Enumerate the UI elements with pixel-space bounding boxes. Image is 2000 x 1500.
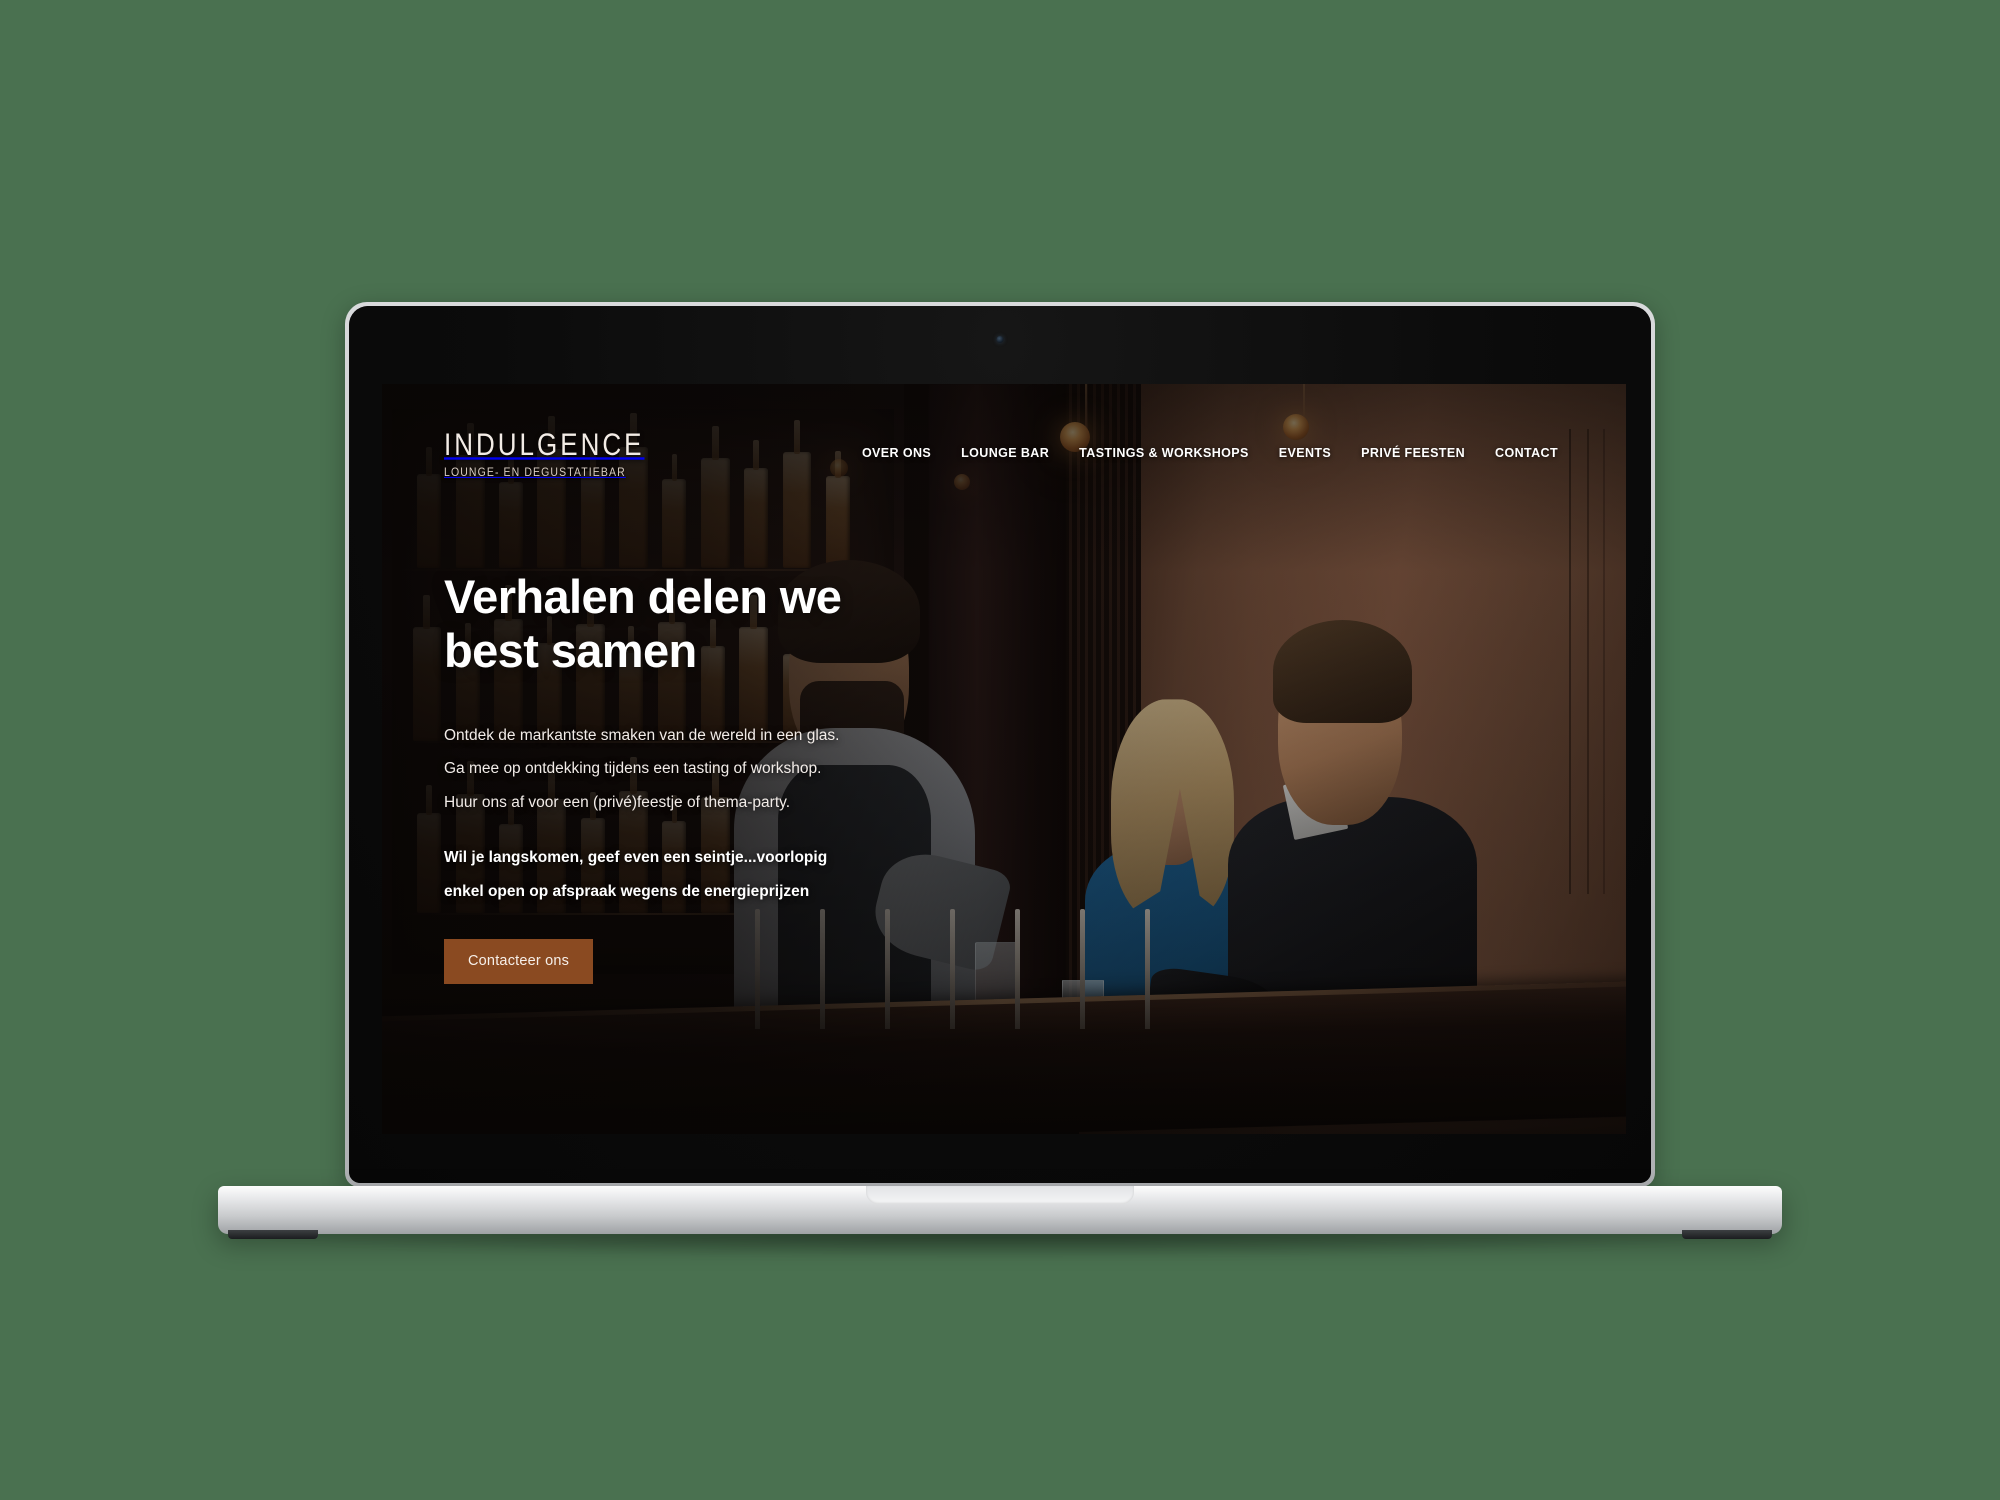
hero-description-line: Huur ons af voor een (privé)feestje of t…	[444, 793, 791, 811]
hero-description-line: Ontdek de markantste smaken van de werel…	[444, 727, 840, 745]
nav-item-over-ons[interactable]: OVER ONS	[862, 446, 931, 460]
site-header: INDULGENCE LOUNGE- EN DEGUSTATIEBAR OVER…	[382, 384, 1626, 478]
hero-description-line: Ga mee op ontdekking tijdens een tasting…	[444, 760, 822, 778]
nav-item-events[interactable]: EVENTS	[1279, 446, 1331, 460]
nav-item-prive-feesten[interactable]: PRIVÉ FEESTEN	[1361, 446, 1465, 460]
hero-section: INDULGENCE LOUNGE- EN DEGUSTATIEBAR OVER…	[382, 384, 1626, 1134]
hero-description: Ontdek de markantste smaken van de werel…	[444, 719, 1004, 819]
laptop-drop-shadow	[250, 1232, 1750, 1258]
hero-notice: Wil je langskomen, geef even een seintje…	[444, 841, 1004, 909]
laptop-lid: INDULGENCE LOUNGE- EN DEGUSTATIEBAR OVER…	[345, 302, 1655, 1187]
laptop-mockup: INDULGENCE LOUNGE- EN DEGUSTATIEBAR OVER…	[0, 0, 2000, 1500]
site-logo[interactable]: INDULGENCE LOUNGE- EN DEGUSTATIEBAR	[444, 428, 644, 478]
contact-cta-button[interactable]: Contacteer ons	[444, 939, 594, 985]
hero-notice-line: Wil je langskomen, geef even een seintje…	[444, 849, 828, 867]
webcam-icon	[996, 336, 1004, 343]
nav-item-contact[interactable]: CONTACT	[1495, 446, 1558, 460]
hero-notice-line: enkel open op afspraak wegens de energie…	[444, 883, 810, 901]
nav-item-lounge-bar[interactable]: LOUNGE BAR	[961, 446, 1049, 460]
browser-viewport: INDULGENCE LOUNGE- EN DEGUSTATIEBAR OVER…	[382, 384, 1626, 1134]
logo-name: INDULGENCE	[444, 425, 645, 463]
laptop-base	[218, 1186, 1782, 1239]
laptop-screen-bezel: INDULGENCE LOUNGE- EN DEGUSTATIEBAR OVER…	[349, 306, 1651, 1183]
main-navigation: OVER ONS LOUNGE BAR TASTINGS & WORKSHOPS…	[862, 446, 1564, 460]
hero-title: Verhalen delen we best samen	[444, 570, 842, 677]
laptop-base-notch	[866, 1186, 1134, 1204]
hero-content: Verhalen delen we best samen Ontdek de m…	[444, 570, 1004, 985]
logo-subtitle: LOUNGE- EN DEGUSTATIEBAR	[444, 465, 626, 480]
nav-item-tastings-workshops[interactable]: TASTINGS & WORKSHOPS	[1079, 446, 1249, 460]
